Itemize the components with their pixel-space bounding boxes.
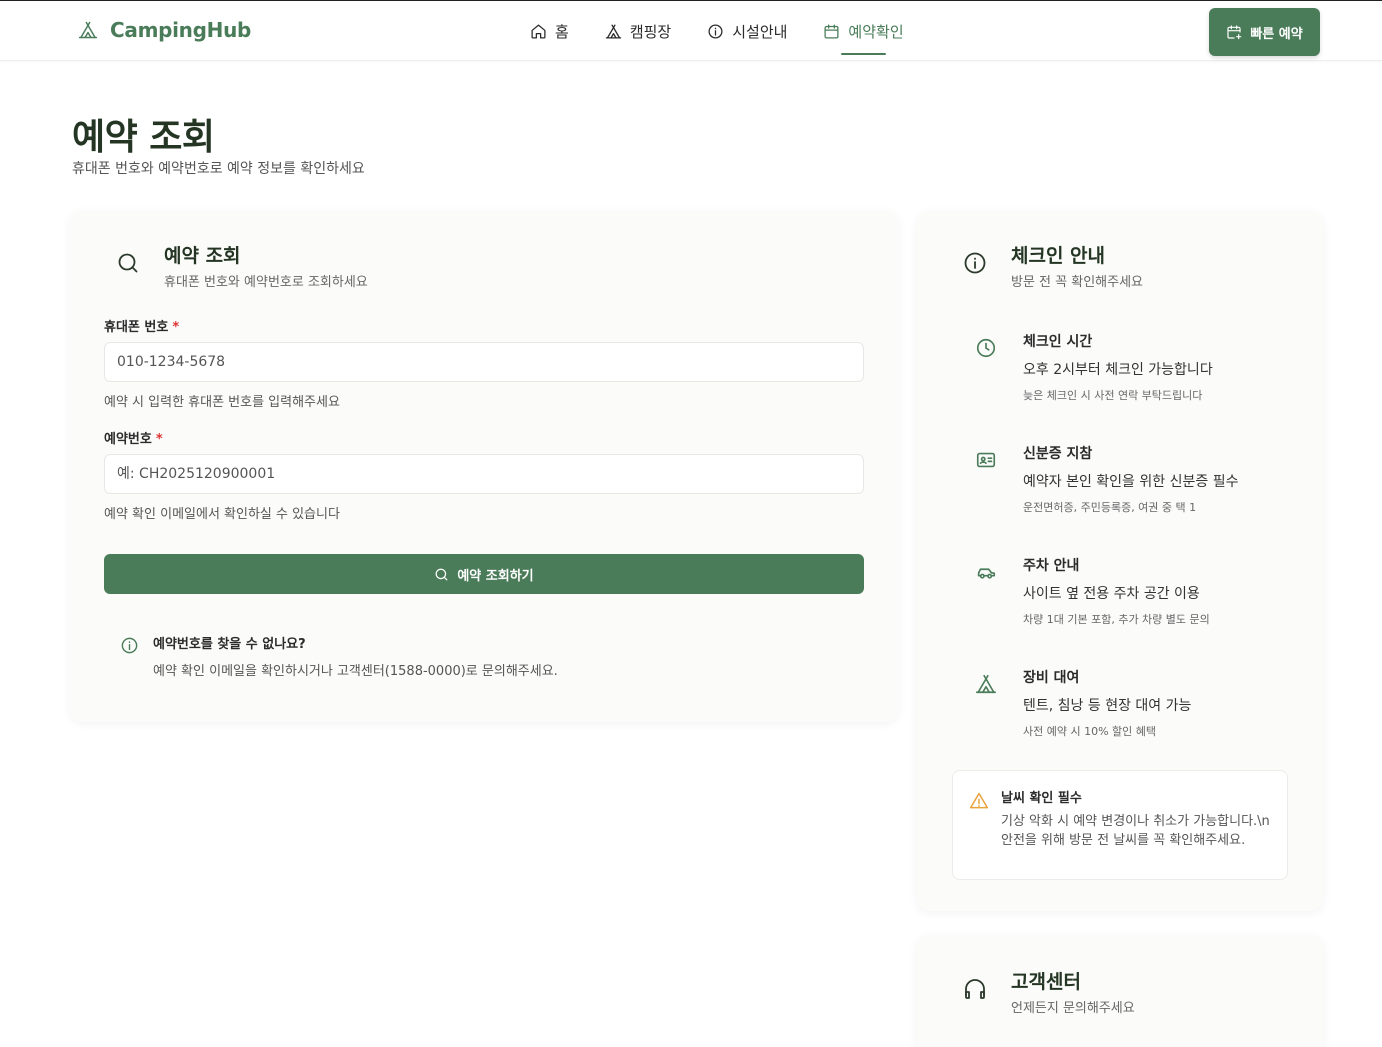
checkin-card-header: 체크인 안내 방문 전 꼭 확인해주세요 — [963, 243, 1143, 290]
nav-home-label: 홈 — [555, 22, 569, 41]
lookup-submit-button[interactable]: 예약 조회하기 — [104, 554, 864, 594]
equipment-rental-item: 장비 대여 텐트, 침낭 등 현장 대여 가능 사전 예약 시 10% 할인 혜… — [975, 667, 1191, 739]
support-card-subtitle: 언제든지 문의해주세요 — [1011, 1001, 1135, 1016]
id-card-title: 신분증 지참 — [1023, 446, 1093, 462]
equipment-rental-main: 텐트, 침낭 등 현장 대여 가능 — [1023, 698, 1192, 714]
nav-reservation-check-label: 예약확인 — [848, 22, 904, 41]
reservation-number-input[interactable] — [104, 454, 864, 494]
calendar-plus-icon — [1227, 25, 1242, 40]
clock-icon — [976, 338, 996, 358]
phone-label: 휴대폰 번호 * — [104, 316, 179, 335]
checkin-time-title: 체크인 시간 — [1023, 334, 1093, 350]
required-mark: * — [172, 320, 180, 335]
help-text: 예약 확인 이메일을 확인하시거나 고객센터(1588-0000)로 문의해주세… — [153, 664, 558, 679]
quick-reservation-label: 빠른 예약 — [1250, 26, 1303, 42]
parking-sub: 차량 1대 기본 포함, 추가 차량 별도 문의 — [1023, 613, 1210, 626]
required-mark: * — [155, 432, 163, 447]
lookup-card-title: 예약 조회 — [164, 245, 241, 267]
nav-reservation-check[interactable]: 예약확인 — [823, 1, 904, 61]
quick-reservation-button[interactable]: 빠른 예약 — [1209, 8, 1320, 56]
checkin-time-sub: 늦은 체크인 시 사전 연락 부탁드립니다 — [1023, 389, 1203, 402]
tent-logo-icon — [78, 21, 98, 39]
warning-icon — [969, 792, 989, 809]
nav-campsite[interactable]: 캠핑장 — [605, 1, 671, 61]
lookup-card: 예약 조회 휴대폰 번호와 예약번호로 조회하세요 휴대폰 번호* 예약 시 입… — [70, 211, 898, 722]
checkin-time-item: 체크인 시간 오후 2시부터 체크인 가능합니다 늦은 체크인 시 사전 연락 … — [975, 331, 1213, 403]
reservation-number-label: 예약번호 * — [104, 428, 163, 447]
checkin-card: 체크인 안내 방문 전 꼭 확인해주세요 체크인 시간 오후 2시부터 체크인 … — [917, 211, 1323, 911]
lookup-submit-label: 예약 조회하기 — [457, 568, 534, 584]
support-card: 고객센터 언제든지 문의해주세요 — [917, 935, 1323, 1047]
lookup-card-header: 예약 조회 휴대폰 번호와 예약번호로 조회하세요 — [116, 243, 368, 290]
search-icon — [435, 568, 448, 580]
main-nav: 홈 캠핑장 시설안내 예약확인 — [530, 1, 904, 61]
headphones-icon — [965, 979, 985, 999]
weather-warning-title: 날씨 확인 필수 — [1001, 791, 1082, 806]
parking-item: 주차 안내 사이트 옆 전용 주차 공간 이용 차량 1대 기본 포함, 추가 … — [975, 555, 1210, 627]
calendar-icon — [824, 23, 839, 39]
support-card-title: 고객센터 — [1011, 971, 1081, 993]
parking-main: 사이트 옆 전용 주차 공간 이용 — [1023, 586, 1200, 602]
info-icon — [964, 252, 986, 274]
tent-icon — [976, 674, 996, 694]
parking-title: 주차 안내 — [1023, 558, 1080, 574]
phone-input[interactable] — [104, 342, 864, 382]
id-card-icon — [976, 452, 996, 468]
logo[interactable]: CampingHub — [78, 18, 251, 42]
weather-warning: 날씨 확인 필수 기상 악화 시 예약 변경이나 취소가 가능합니다.\n안전을… — [952, 770, 1288, 880]
lookup-card-subtitle: 휴대폰 번호와 예약번호로 조회하세요 — [164, 275, 368, 290]
equipment-rental-title: 장비 대여 — [1023, 670, 1080, 686]
page-subtitle: 휴대폰 번호와 예약번호로 예약 정보를 확인하세요 — [72, 161, 365, 177]
checkin-card-subtitle: 방문 전 꼭 확인해주세요 — [1011, 275, 1143, 290]
checkin-time-main: 오후 2시부터 체크인 가능합니다 — [1023, 362, 1213, 378]
reservation-number-hint: 예약 확인 이메일에서 확인하실 수 있습니다 — [104, 507, 340, 522]
equipment-rental-sub: 사전 예약 시 10% 할인 혜택 — [1023, 725, 1157, 738]
phone-hint: 예약 시 입력한 휴대폰 번호를 입력해주세요 — [104, 395, 340, 410]
search-icon — [118, 253, 138, 273]
reservation-number-label-text: 예약번호 — [104, 432, 152, 447]
id-card-sub: 운전면허증, 주민등록증, 여권 중 택 1 — [1023, 501, 1197, 514]
nav-campsite-label: 캠핑장 — [629, 22, 672, 41]
page-title: 예약 조회 — [72, 117, 215, 158]
logo-text: CampingHub — [110, 18, 252, 42]
home-icon — [531, 23, 546, 39]
info-icon — [121, 637, 138, 654]
checkin-card-title: 체크인 안내 — [1011, 245, 1106, 267]
support-card-header: 고객센터 언제든지 문의해주세요 — [963, 969, 1135, 1016]
phone-label-text: 휴대폰 번호 — [104, 320, 169, 335]
nav-facilities-label: 시설안내 — [732, 22, 788, 41]
nav-facilities[interactable]: 시설안내 — [707, 1, 787, 61]
car-icon — [977, 568, 996, 579]
weather-warning-text: 기상 악화 시 예약 변경이나 취소가 가능합니다.\n안전을 위해 방문 전 … — [1001, 814, 1270, 848]
help-title: 예약번호를 찾을 수 없나요? — [153, 637, 306, 652]
tent-icon — [605, 23, 622, 39]
info-icon — [708, 23, 723, 39]
help-notice: 예약번호를 찾을 수 없나요? 예약 확인 이메일을 확인하시거나 고객센터(1… — [120, 633, 558, 679]
id-card-main: 예약자 본인 확인을 위한 신분증 필수 — [1023, 474, 1239, 490]
id-card-item: 신분증 지참 예약자 본인 확인을 위한 신분증 필수 운전면허증, 주민등록증… — [975, 443, 1238, 515]
site-header: CampingHub 홈 캠핑장 시설안내 예약확인 빠른 예약 — [0, 1, 1382, 61]
nav-home[interactable]: 홈 — [530, 1, 569, 61]
